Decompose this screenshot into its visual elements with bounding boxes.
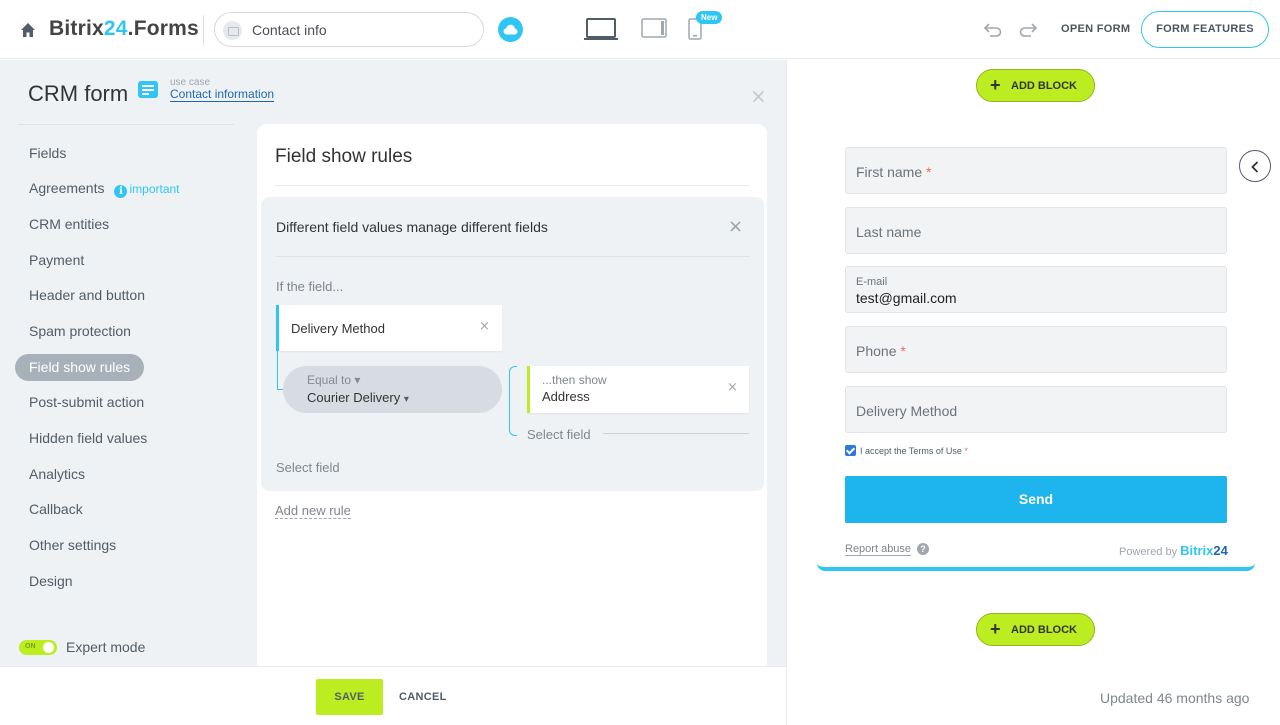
menu-item-fields[interactable]: Fields (15, 140, 80, 167)
send-button[interactable]: Send (845, 476, 1227, 523)
caret-down-icon: ▾ (354, 373, 361, 387)
menu-item-analytics[interactable]: Analytics (15, 461, 99, 488)
document-icon (138, 81, 158, 98)
open-form-button[interactable]: OPEN FORM (1061, 23, 1130, 35)
info-icon: i (114, 185, 128, 198)
toggle-knob (43, 642, 54, 653)
divider (18, 124, 234, 125)
first-name-field[interactable]: First name * (845, 147, 1227, 194)
expert-mode-toggle[interactable]: ON (19, 640, 57, 655)
select-field-link[interactable]: Select field (276, 460, 340, 475)
remove-icon[interactable]: × (727, 380, 738, 395)
cancel-button[interactable]: CANCEL (399, 691, 447, 703)
undo-icon[interactable] (984, 21, 1002, 37)
target-field-chip[interactable]: ...then show Address × (527, 366, 749, 413)
caret-down-icon: ▾ (403, 394, 409, 405)
last-name-field[interactable]: Last name (845, 207, 1227, 254)
menu-item-agreements[interactable]: Agreements i important (15, 175, 194, 202)
terms-checkbox[interactable] (845, 445, 856, 456)
close-icon[interactable]: × (728, 216, 743, 237)
menu-item-hidden-field-values[interactable]: Hidden field values (15, 425, 161, 452)
phone-field[interactable]: Phone * (845, 326, 1227, 373)
form-name-text: Contact info (252, 22, 327, 38)
new-badge: New (696, 11, 723, 24)
menu-item-design[interactable]: Design (15, 568, 87, 595)
add-new-rule-link[interactable]: Add new rule (275, 504, 351, 519)
expert-mode-label: Expert mode (66, 639, 146, 655)
form-preview-panel: + ADD BLOCK First name * Last name E-mai… (786, 60, 1280, 725)
add-block-button[interactable]: + ADD BLOCK (976, 613, 1095, 646)
divider (603, 433, 749, 434)
menu-item-payment[interactable]: Payment (15, 247, 98, 274)
bottom-bar: SAVE CANCEL (0, 666, 786, 725)
close-icon[interactable]: × (750, 84, 767, 108)
form-features-button[interactable]: FORM FEATURES (1141, 11, 1269, 48)
brand-logo: Bitrix24.Forms (49, 17, 199, 40)
menu-item-crm-entities[interactable]: CRM entities (15, 211, 123, 238)
if-field-label: If the field... (276, 279, 344, 294)
cloud-icon (503, 24, 518, 35)
form-name-field[interactable]: Contact info (214, 12, 484, 47)
usecase-link[interactable]: Contact information (170, 88, 275, 102)
divider (203, 15, 204, 45)
condition-selector[interactable]: Equal to ▾ Courier Delivery ▾ (283, 366, 502, 413)
home-icon[interactable] (20, 22, 36, 38)
editor-title: CRM form (28, 81, 129, 106)
help-icon[interactable]: ? (917, 543, 929, 555)
connector-line (277, 351, 278, 389)
select-field-link[interactable]: Select field (527, 427, 591, 442)
tablet-view-icon[interactable] (641, 18, 667, 38)
menu-item-field-show-rules[interactable]: Field show rules (15, 354, 145, 381)
save-button[interactable]: SAVE (316, 679, 383, 715)
updated-status: Updated 46 months ago (1100, 690, 1250, 706)
plus-icon: + (990, 619, 1001, 639)
powered-by: Powered by Bitrix24 (1119, 543, 1228, 558)
top-bar: Bitrix24.Forms Contact info New OPEN FOR… (0, 0, 1280, 59)
report-abuse-link[interactable]: Report abuse (845, 543, 912, 556)
card-title: Field show rules (275, 146, 413, 167)
menu-item-other-settings[interactable]: Other settings (15, 532, 130, 559)
rule-title: Different field values manage different … (276, 219, 548, 235)
menu-item-callback[interactable]: Callback (15, 496, 97, 523)
email-field[interactable]: E-mail test@gmail.com (845, 266, 1227, 313)
rule-box: Different field values manage different … (261, 197, 764, 491)
source-field-chip[interactable]: Delivery Method × (276, 305, 502, 351)
menu-item-spam-protection[interactable]: Spam protection (15, 318, 145, 345)
redo-icon[interactable] (1019, 21, 1037, 37)
add-block-button[interactable]: + ADD BLOCK (976, 69, 1095, 102)
image-icon (223, 21, 242, 40)
menu-item-post-submit-action[interactable]: Post-submit action (15, 389, 158, 416)
remove-icon[interactable]: × (479, 319, 490, 334)
menu-item-header-and-button[interactable]: Header and button (15, 282, 159, 309)
delivery-method-field[interactable]: Delivery Method (845, 386, 1227, 433)
divider (275, 185, 749, 186)
important-badge: i important (114, 176, 180, 203)
editor-panel: CRM form use case Contact information × … (0, 60, 786, 666)
divider (276, 256, 750, 257)
desktop-view-icon[interactable] (584, 18, 618, 41)
plus-icon: + (990, 75, 1001, 95)
field-show-rules-card: Field show rules Different field values … (257, 124, 767, 666)
brace-connector (509, 366, 517, 436)
form-preview: First name * Last name E-mail test@gmail… (817, 134, 1255, 571)
cloud-button[interactable] (498, 17, 523, 42)
